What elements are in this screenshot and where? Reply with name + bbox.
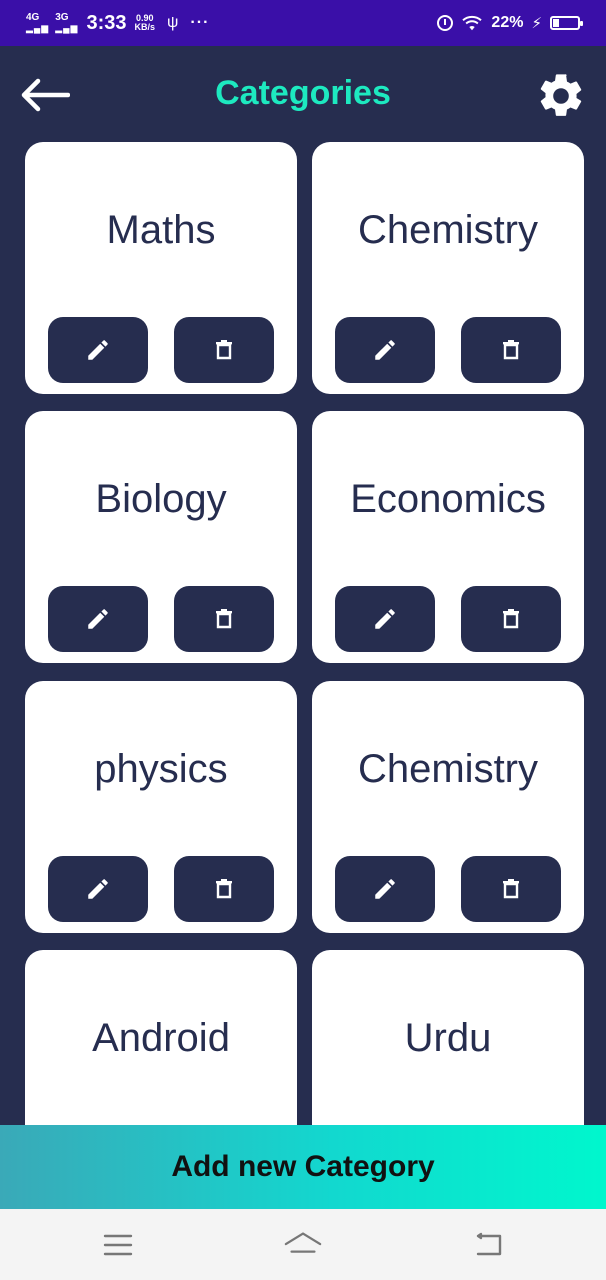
network-3g: 3G ▂▄▆ bbox=[55, 12, 79, 34]
category-name: Biology bbox=[95, 477, 227, 521]
category-name: physics bbox=[94, 747, 228, 791]
category-name: Urdu bbox=[404, 1016, 492, 1060]
pencil-icon bbox=[88, 879, 108, 899]
more-notifications-icon: ··· bbox=[190, 14, 210, 31]
category-card[interactable]: Urdu bbox=[312, 950, 584, 1126]
edit-button[interactable] bbox=[335, 586, 435, 652]
settings-button[interactable] bbox=[526, 66, 596, 126]
menu-button[interactable] bbox=[98, 1227, 138, 1263]
back-icon bbox=[476, 1232, 502, 1256]
status-right: 22% ⚡ bbox=[437, 0, 583, 46]
delete-button[interactable] bbox=[174, 856, 274, 922]
category-name: Android bbox=[92, 1016, 230, 1060]
app-header: Categories bbox=[0, 46, 606, 142]
trash-icon bbox=[503, 879, 519, 899]
pencil-icon bbox=[88, 609, 108, 629]
network-4g-label: 4G bbox=[26, 12, 40, 23]
clock: 3:33 bbox=[86, 11, 127, 34]
trash-icon bbox=[503, 609, 519, 629]
category-name: Maths bbox=[106, 208, 216, 252]
add-category-button[interactable]: Add new Category bbox=[0, 1125, 606, 1209]
trash-icon bbox=[503, 340, 519, 360]
category-card[interactable]: physics bbox=[25, 681, 297, 933]
pencil-icon bbox=[88, 340, 108, 360]
usb-icon: ψ bbox=[167, 14, 179, 31]
delete-button[interactable] bbox=[174, 586, 274, 652]
network-3g-label: 3G bbox=[55, 12, 69, 23]
category-name: Chemistry bbox=[357, 747, 539, 791]
status-bar: 4G ▂▄▆ 3G ▂▄▆ 3:33 0.90 KB/s ψ ··· 22% ⚡ bbox=[0, 0, 606, 46]
charging-icon: ⚡ bbox=[531, 15, 542, 32]
category-card[interactable]: Biology bbox=[25, 411, 297, 663]
battery-percent: 22% bbox=[491, 14, 524, 31]
category-card[interactable]: Android bbox=[25, 950, 297, 1126]
delete-button[interactable] bbox=[174, 317, 274, 383]
network-speed: 0.90 KB/s bbox=[135, 14, 156, 32]
wifi-icon bbox=[462, 15, 483, 31]
edit-button[interactable] bbox=[48, 586, 148, 652]
battery-icon bbox=[550, 16, 583, 30]
pencil-icon bbox=[375, 340, 395, 360]
pencil-icon bbox=[375, 609, 395, 629]
status-left: 4G ▂▄▆ 3G ▂▄▆ 3:33 0.90 KB/s ψ ··· bbox=[26, 0, 209, 46]
delete-button[interactable] bbox=[461, 317, 561, 383]
menu-icon bbox=[103, 1234, 133, 1256]
back-nav-button[interactable] bbox=[468, 1227, 508, 1263]
category-name: Economics bbox=[350, 477, 546, 521]
trash-icon bbox=[216, 879, 232, 899]
edit-button[interactable] bbox=[335, 317, 435, 383]
edit-button[interactable] bbox=[48, 856, 148, 922]
category-grid: Maths Chemistry Biology Economics physic… bbox=[0, 0, 606, 1126]
gear-icon bbox=[540, 74, 582, 116]
delete-button[interactable] bbox=[461, 586, 561, 652]
category-card[interactable]: Chemistry bbox=[312, 142, 584, 394]
category-card[interactable]: Chemistry bbox=[312, 681, 584, 933]
category-card[interactable]: Economics bbox=[312, 411, 584, 663]
pencil-icon bbox=[375, 879, 395, 899]
home-icon bbox=[284, 1232, 322, 1253]
signal-bars-icon: ▂▄▆ bbox=[26, 23, 50, 33]
edit-button[interactable] bbox=[335, 856, 435, 922]
trash-icon bbox=[216, 609, 232, 629]
trash-icon bbox=[216, 340, 232, 360]
speed-unit: KB/s bbox=[134, 22, 156, 32]
category-name: Chemistry bbox=[357, 208, 539, 252]
alarm-icon bbox=[437, 15, 454, 31]
system-nav-bar bbox=[0, 1209, 606, 1280]
category-card[interactable]: Maths bbox=[25, 142, 297, 394]
network-4g: 4G ▂▄▆ bbox=[26, 12, 50, 34]
home-button[interactable] bbox=[283, 1227, 323, 1263]
delete-button[interactable] bbox=[461, 856, 561, 922]
page-title: Categories bbox=[215, 74, 391, 112]
edit-button[interactable] bbox=[48, 317, 148, 383]
signal-bars-icon: ▂▄▆ bbox=[55, 23, 79, 33]
